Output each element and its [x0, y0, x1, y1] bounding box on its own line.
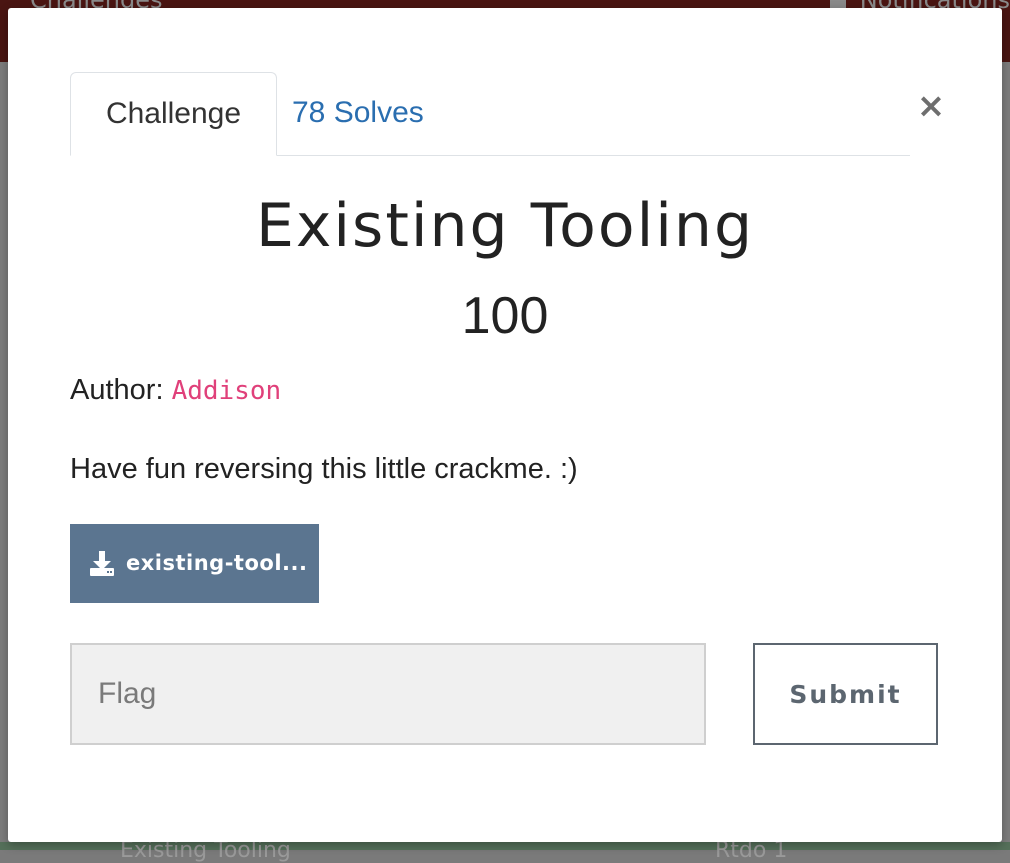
download-icon: [90, 551, 114, 576]
author-name: Addison: [171, 376, 282, 406]
submit-button[interactable]: Submit: [753, 643, 938, 745]
challenge-modal: × Challenge 78 Solves Existing Tooling 1…: [8, 8, 1002, 842]
download-file-label: existing-tool...: [126, 551, 308, 575]
challenge-title: Existing Tooling: [255, 191, 755, 261]
modal-tabs: Challenge 78 Solves: [70, 72, 910, 156]
tab-challenge[interactable]: Challenge: [70, 72, 277, 156]
close-icon[interactable]: ×: [913, 88, 949, 124]
challenge-author: Author: Addison: [70, 370, 281, 411]
challenge-description: Have fun reversing this little crackme. …: [70, 453, 578, 485]
author-label: Author:: [70, 374, 164, 406]
flag-input[interactable]: [70, 643, 706, 745]
tab-solves[interactable]: 78 Solves: [292, 72, 492, 154]
challenge-value: 100: [461, 287, 549, 345]
download-file-button[interactable]: existing-tool...: [70, 524, 319, 603]
